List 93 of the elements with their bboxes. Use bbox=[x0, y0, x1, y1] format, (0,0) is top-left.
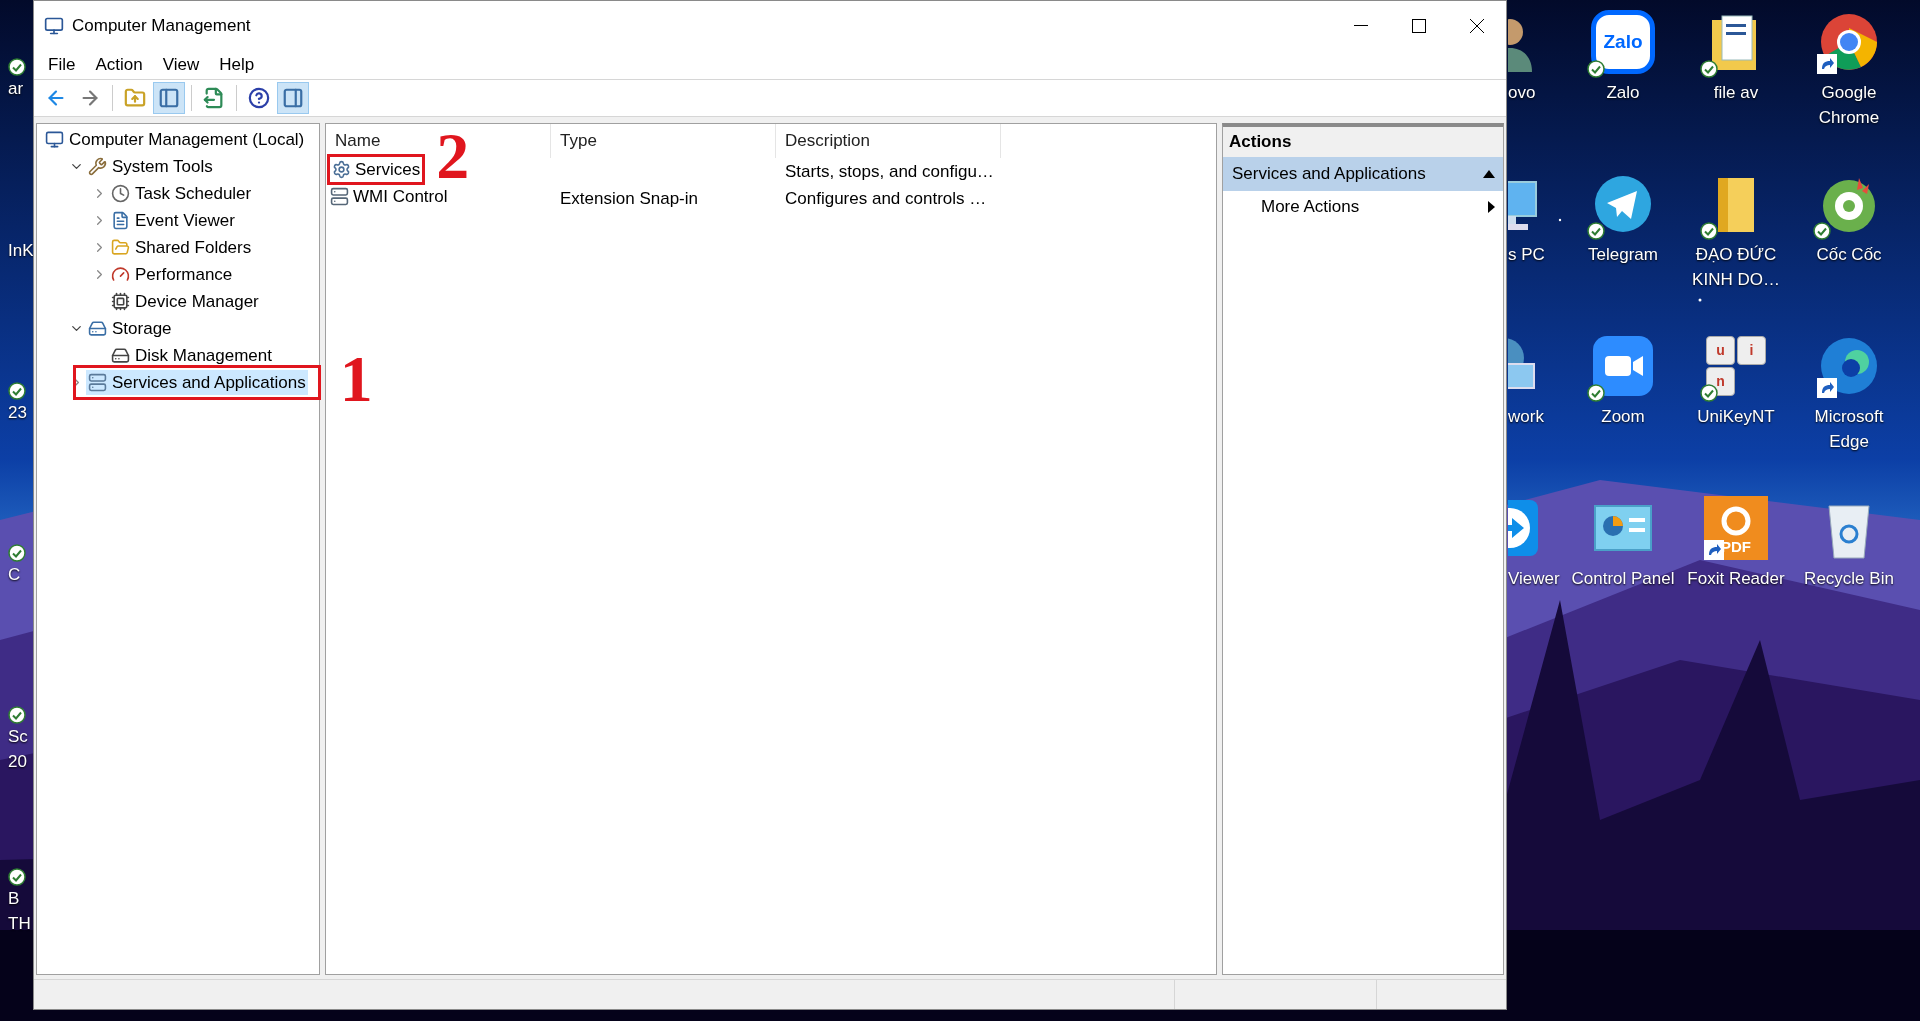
show-tree-icon bbox=[158, 87, 180, 109]
column-header[interactable]: Description bbox=[776, 124, 1001, 158]
tree-item[interactable]: Disk Management bbox=[109, 343, 274, 368]
table-cell: Extension Snap-in bbox=[560, 188, 698, 208]
desktop-icon-label[interactable]: UniKeyNT bbox=[1697, 404, 1775, 429]
desktop-icon-label[interactable]: Control Panel bbox=[1571, 566, 1675, 591]
table-cell: Configures and controls … bbox=[785, 188, 987, 208]
action-item[interactable]: More Actions bbox=[1223, 191, 1503, 223]
server-icon bbox=[330, 187, 349, 207]
desktop-icon-label[interactable]: Edge bbox=[1829, 429, 1869, 454]
show-actions-icon bbox=[282, 87, 304, 109]
close-icon bbox=[1470, 19, 1484, 33]
desktop-icon-label[interactable]: ovo bbox=[1508, 80, 1536, 105]
desktop-icon-label[interactable]: Telegram bbox=[1588, 242, 1658, 267]
sync-check-icon bbox=[1700, 222, 1718, 240]
desktop-icon-label[interactable]: C bbox=[8, 562, 21, 587]
maximize-icon bbox=[1412, 19, 1426, 33]
column-header[interactable]: Type bbox=[551, 124, 776, 158]
video-camera-icon bbox=[1591, 334, 1655, 398]
desktop-icon-label[interactable]: InK bbox=[8, 238, 33, 263]
tree-item[interactable]: Computer Management (Local) bbox=[43, 127, 307, 152]
folder-icon bbox=[111, 238, 130, 257]
sync-check-icon bbox=[8, 706, 26, 724]
wrench-icon bbox=[88, 157, 107, 176]
actions-section-header[interactable]: Services and Applications bbox=[1223, 157, 1503, 191]
log-icon bbox=[111, 211, 130, 230]
sync-check-icon bbox=[8, 58, 26, 76]
sync-check-icon bbox=[1587, 384, 1605, 402]
desktop-icon-label[interactable]: 23 bbox=[8, 400, 27, 425]
chip-icon bbox=[111, 292, 130, 311]
key-letter: u bbox=[1706, 336, 1735, 365]
desktop-icon-label[interactable]: Viewer bbox=[1508, 566, 1560, 591]
sync-check-icon bbox=[8, 544, 26, 562]
tree-item[interactable]: Storage bbox=[86, 316, 174, 341]
folder-up-icon bbox=[124, 87, 146, 109]
toolbar-button[interactable] bbox=[277, 82, 309, 114]
menu-item[interactable]: File bbox=[38, 52, 86, 78]
desktop-icon-label[interactable]: TH bbox=[8, 911, 31, 936]
collapse-triangle-icon bbox=[1483, 170, 1495, 178]
list-item-name[interactable]: Services bbox=[355, 156, 421, 183]
desktop-icon-label[interactable]: file av bbox=[1713, 80, 1759, 105]
tree-item[interactable]: Services and Applications bbox=[86, 370, 308, 395]
tree-item[interactable]: Shared Folders bbox=[109, 235, 254, 260]
desktop-icon-label[interactable]: Zoom bbox=[1601, 404, 1645, 429]
computer-icon bbox=[45, 130, 64, 149]
sync-check-icon bbox=[1813, 222, 1831, 240]
desktop-icon-label[interactable]: ar bbox=[8, 76, 24, 101]
tree-item[interactable]: Device Manager bbox=[109, 289, 261, 314]
tree-item[interactable]: Task Scheduler bbox=[109, 181, 254, 206]
sync-check-icon bbox=[1587, 60, 1605, 78]
tree-item[interactable]: System Tools bbox=[86, 154, 215, 179]
desktop-icon-label[interactable]: Chrome bbox=[1818, 105, 1880, 130]
desktop-icon-label[interactable]: work bbox=[1508, 404, 1544, 429]
zalo-logo: Zalo bbox=[1591, 10, 1655, 74]
desktop-icon-label[interactable]: ĐẠO ĐỨC bbox=[1695, 242, 1777, 267]
menu-item[interactable]: View bbox=[152, 52, 210, 78]
desktop-icon-label[interactable]: Microsoft bbox=[1814, 404, 1884, 429]
swirl-icon bbox=[1721, 505, 1751, 536]
tree-item[interactable]: Event Viewer bbox=[109, 208, 237, 233]
server-icon bbox=[88, 373, 107, 392]
toolbar-button[interactable] bbox=[153, 82, 185, 114]
desktop-icon-label[interactable]: 20 bbox=[8, 749, 27, 774]
app-icon bbox=[44, 16, 64, 36]
step-number: 1 bbox=[339, 346, 373, 412]
actions-header: Actions bbox=[1223, 127, 1503, 157]
sync-check-icon bbox=[8, 868, 26, 886]
desktop-icon-label[interactable]: Zalo bbox=[1606, 80, 1640, 105]
clock-icon bbox=[111, 184, 130, 203]
menu-item[interactable]: Help bbox=[209, 52, 265, 78]
table-cell: Starts, stops, and configu… bbox=[785, 161, 994, 181]
tree-item[interactable]: Performance bbox=[109, 262, 235, 287]
sync-check-icon bbox=[1700, 60, 1718, 78]
window-title: Computer Management bbox=[72, 15, 251, 38]
menu-item[interactable]: Action bbox=[85, 52, 153, 78]
desktop-icon-label[interactable]: B bbox=[8, 886, 20, 911]
drive-icon bbox=[111, 346, 130, 365]
export-list-icon bbox=[203, 87, 225, 109]
minimize-icon bbox=[1354, 25, 1368, 27]
gauge-icon bbox=[111, 265, 130, 284]
desktop-icon-label[interactable]: KINH DO… bbox=[1692, 267, 1780, 292]
gear-icon bbox=[332, 160, 351, 180]
sync-check-icon bbox=[1700, 384, 1718, 402]
drive-icon bbox=[88, 319, 107, 338]
desktop-icon-label[interactable]: s PC bbox=[1508, 242, 1545, 267]
desktop-icon-label[interactable]: Sc bbox=[8, 724, 28, 749]
desktop-icon-label[interactable]: Foxit Reader bbox=[1687, 566, 1785, 591]
sync-check-icon bbox=[8, 382, 26, 400]
help-icon bbox=[248, 87, 270, 109]
sync-check-icon bbox=[1587, 222, 1605, 240]
desktop-icon-label[interactable]: Cốc Cốc bbox=[1816, 242, 1882, 267]
key-letter: i bbox=[1737, 336, 1766, 365]
desktop-icon-label[interactable]: Google bbox=[1821, 80, 1877, 105]
desktop-icon-label[interactable]: Recycle Bin bbox=[1804, 566, 1894, 591]
